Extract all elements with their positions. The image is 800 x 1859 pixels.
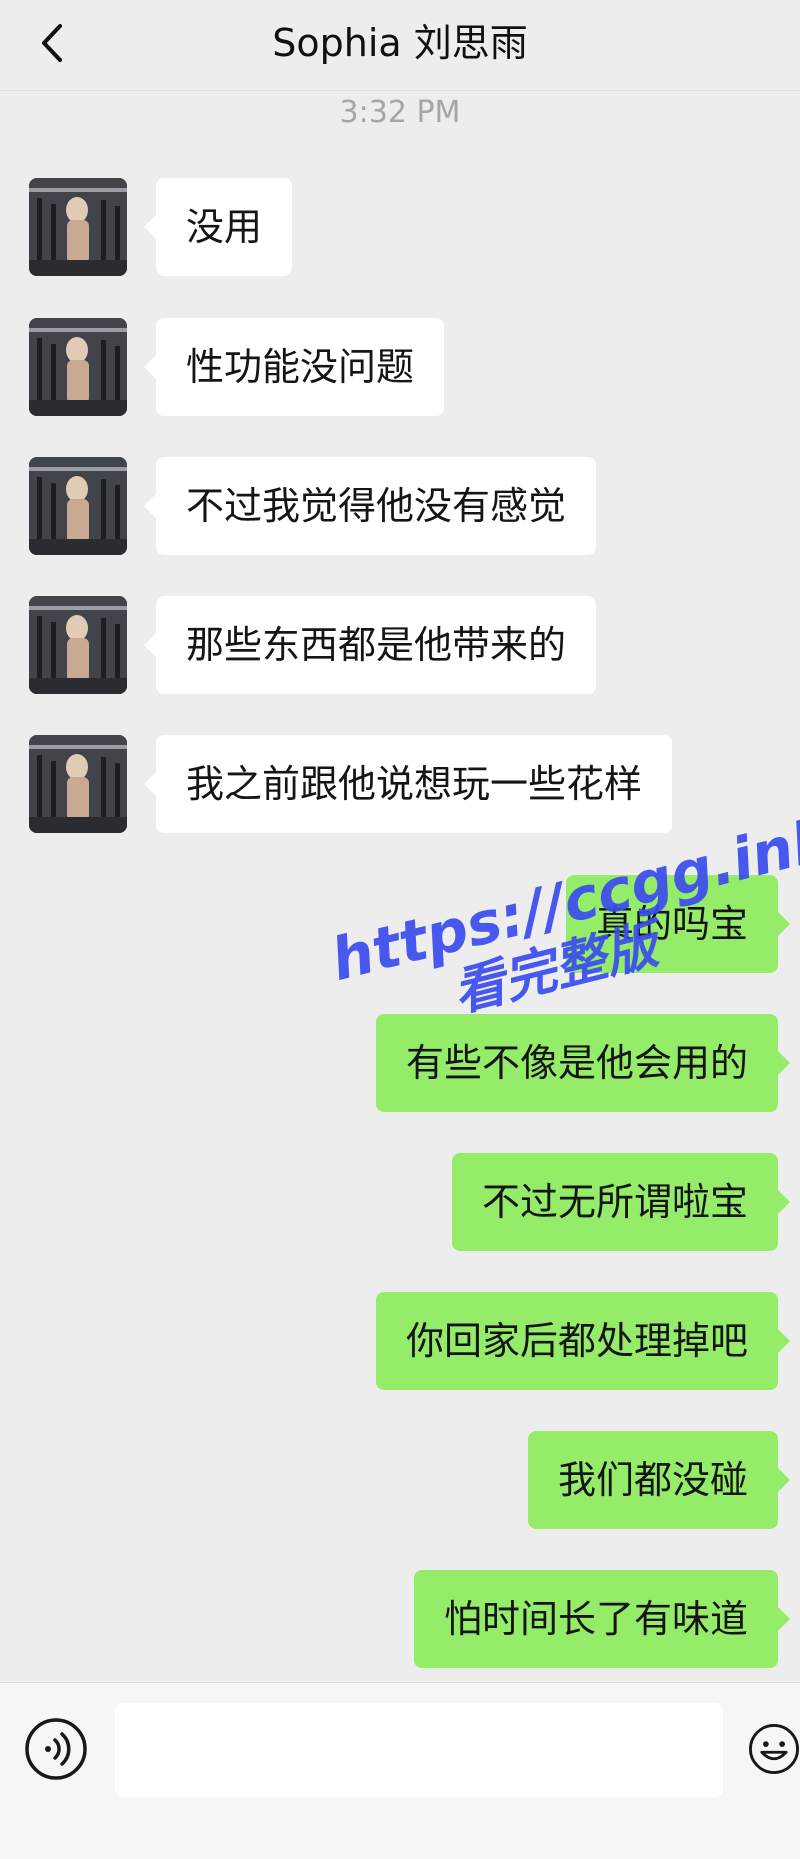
incoming-message[interactable]: 我之前跟他说想玩一些花样 — [143, 735, 673, 833]
incoming-message[interactable]: 性功能没问题 — [143, 318, 445, 416]
contact-avatar[interactable] — [29, 735, 127, 833]
chat-title: Sophia 刘思雨 — [272, 21, 528, 65]
outgoing-message[interactable]: 你回家后都处理掉吧 — [375, 1292, 791, 1390]
contact-avatar[interactable] — [29, 318, 127, 416]
voice-button[interactable] — [24, 1717, 88, 1781]
contact-avatar[interactable] — [29, 457, 127, 555]
outgoing-message[interactable]: 真的吗宝 — [565, 875, 791, 973]
chat-header: Sophia 刘思雨 — [0, 0, 800, 91]
incoming-message[interactable]: 没用 — [143, 178, 293, 276]
message-input[interactable] — [115, 1703, 723, 1797]
contact-avatar[interactable] — [29, 596, 127, 694]
contact-avatar[interactable] — [29, 178, 127, 276]
outgoing-message[interactable]: 不过无所谓啦宝 — [451, 1153, 791, 1251]
voice-icon — [25, 1718, 87, 1780]
incoming-message[interactable]: 不过我觉得他没有感觉 — [143, 457, 597, 555]
outgoing-message[interactable]: 我们都没碰 — [527, 1431, 791, 1529]
input-bar — [0, 1682, 800, 1859]
outgoing-message[interactable]: 有些不像是他会用的 — [375, 1014, 791, 1112]
incoming-message[interactable]: 那些东西都是他带来的 — [143, 596, 597, 694]
outgoing-message[interactable]: 怕时间长了有味道 — [413, 1570, 791, 1668]
message-timestamp: 3:32 PM — [339, 95, 461, 130]
emoji-button[interactable] — [748, 1717, 800, 1781]
emoji-icon — [749, 1724, 799, 1774]
